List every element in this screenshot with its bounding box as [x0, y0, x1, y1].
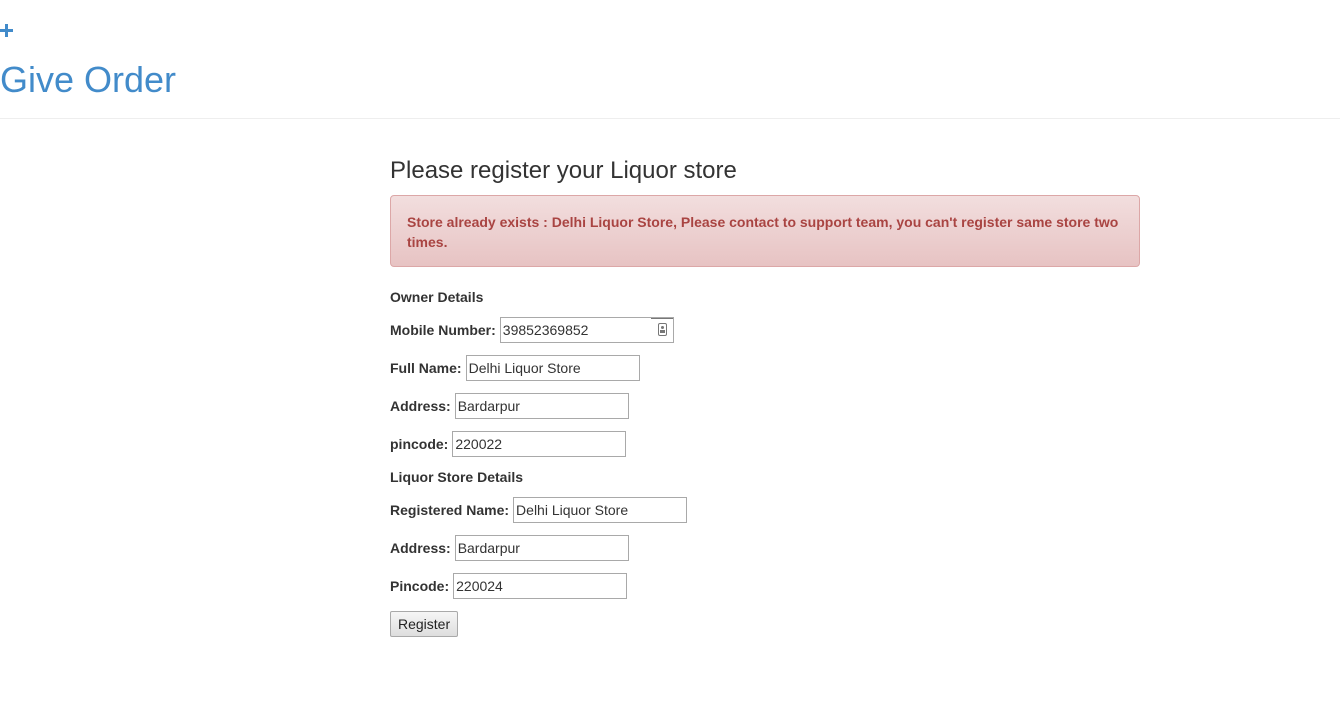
contact-card-icon[interactable]	[657, 323, 667, 336]
owner-pincode-row: pincode:	[390, 431, 1140, 457]
mobile-number-field[interactable]	[499, 317, 674, 343]
owner-pincode-label: pincode:	[390, 436, 449, 452]
store-address-row: Address:	[390, 535, 1140, 561]
store-pincode-label: Pincode:	[390, 578, 450, 594]
mobile-number-label: Mobile Number:	[390, 322, 496, 338]
store-address-label: Address:	[390, 540, 451, 556]
mobile-row: Mobile Number:	[390, 317, 1140, 343]
register-store-form: Please register your Liquor store Store …	[390, 155, 1140, 637]
store-pincode-input[interactable]	[453, 573, 628, 599]
plus-icon[interactable]	[0, 24, 14, 38]
register-button[interactable]: Register	[390, 611, 459, 637]
error-alert: Store already exists : Delhi Liquor Stor…	[390, 195, 1140, 267]
owner-pincode-input[interactable]	[452, 431, 627, 457]
page-header: Give Order	[0, 0, 1340, 119]
submit-row: Register	[390, 611, 1140, 637]
full-name-input[interactable]	[465, 355, 640, 381]
registered-name-label: Registered Name:	[390, 502, 510, 518]
registered-name-row: Registered Name:	[390, 497, 1140, 523]
owner-address-label: Address:	[390, 398, 451, 414]
owner-details-heading: Owner Details	[390, 289, 484, 305]
page-brand-title[interactable]: Give Order	[0, 58, 176, 102]
fullname-row: Full Name:	[390, 355, 1140, 381]
store-details-heading: Liquor Store Details	[390, 469, 524, 485]
full-name-label: Full Name:	[390, 360, 462, 376]
form-title: Please register your Liquor store	[390, 157, 737, 184]
mobile-number-input[interactable]	[500, 318, 651, 342]
owner-address-input[interactable]	[454, 393, 629, 419]
store-pincode-row: Pincode:	[390, 573, 1140, 599]
owner-address-row: Address:	[390, 393, 1140, 419]
error-alert-text: Store already exists : Delhi Liquor Stor…	[407, 214, 1119, 250]
store-address-input[interactable]	[454, 535, 629, 561]
registered-name-input[interactable]	[513, 497, 688, 523]
